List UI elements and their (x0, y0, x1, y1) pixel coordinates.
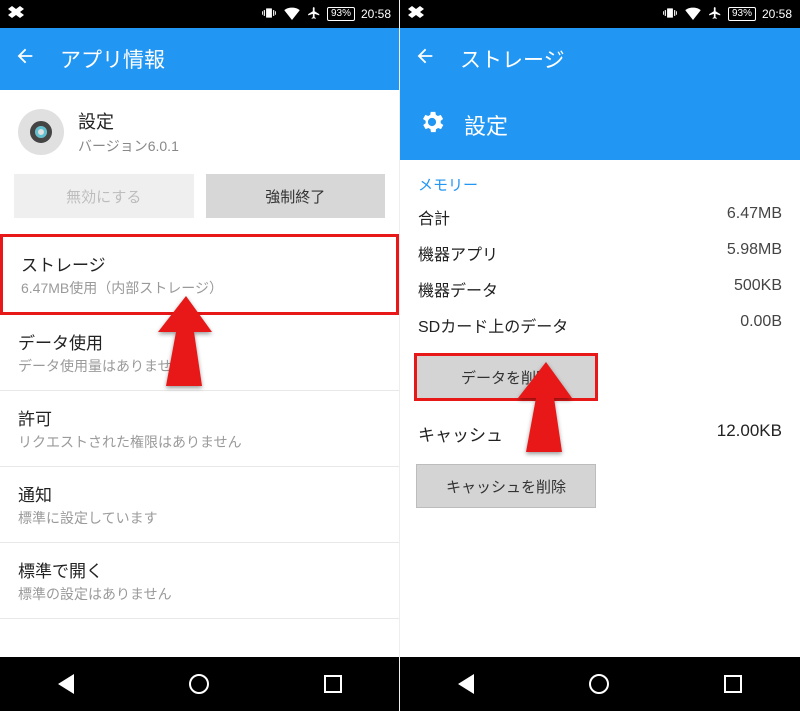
kv-value: 5.98MB (727, 241, 782, 265)
left-content: 設定 バージョン6.0.1 無効にする 強制終了 ストレージ 6.47MB使用（… (0, 90, 399, 657)
back-icon[interactable] (414, 45, 436, 73)
wifi-icon (283, 6, 301, 23)
kv-value: 500KB (734, 277, 782, 301)
list-sub: リクエストされた権限はありません (18, 432, 381, 452)
disable-button: 無効にする (14, 174, 194, 218)
page-title: ストレージ (460, 44, 565, 74)
airplane-icon (307, 6, 321, 23)
back-icon[interactable] (14, 45, 36, 73)
notifications-item[interactable]: 通知 標準に設定しています (0, 467, 399, 543)
force-stop-button[interactable]: 強制終了 (206, 174, 386, 218)
row-app: 機器アプリ 5.98MB (400, 235, 800, 271)
kv-label: 機器データ (418, 277, 498, 301)
dropbox-icon (408, 6, 424, 23)
row-data: 機器データ 500KB (400, 271, 800, 307)
clock: 20:58 (361, 7, 391, 21)
kv-label: 合計 (418, 205, 450, 229)
appbar: ストレージ (400, 28, 800, 90)
cache-label: キャッシュ (418, 421, 503, 446)
list-title: 通知 (18, 481, 381, 506)
battery-indicator: 93% (327, 7, 355, 21)
app-name: 設定 (464, 109, 508, 141)
airplane-icon (708, 6, 722, 23)
row-total: 合計 6.47MB (400, 199, 800, 235)
dropbox-icon (8, 6, 24, 23)
storage-title: ストレージ (21, 251, 378, 276)
list-title: 許可 (18, 405, 381, 430)
clock: 20:58 (762, 7, 792, 21)
nav-recent-icon[interactable] (724, 675, 742, 693)
kv-value: 0.00B (740, 313, 782, 337)
right-content: メモリー 合計 6.47MB 機器アプリ 5.98MB 機器データ 500KB … (400, 160, 800, 657)
status-bar: 93% 20:58 (0, 0, 399, 28)
storage-item[interactable]: ストレージ 6.47MB使用（内部ストレージ） (0, 234, 399, 315)
gear-icon (418, 108, 446, 142)
cache-value: 12.00KB (717, 421, 782, 446)
wifi-icon (684, 6, 702, 23)
vibrate-icon (662, 6, 678, 23)
open-default-item[interactable]: 標準で開く 標準の設定はありません (0, 543, 399, 619)
battery-indicator: 93% (728, 7, 756, 21)
vibrate-icon (261, 6, 277, 23)
list-title: データ使用 (18, 329, 381, 354)
list-title: 標準で開く (18, 557, 381, 582)
app-header: 設定 バージョン6.0.1 (0, 90, 399, 166)
nav-home-icon[interactable] (189, 674, 209, 694)
navbar (400, 657, 800, 711)
kv-label: SDカード上のデータ (418, 313, 568, 337)
clear-data-button[interactable]: データを削除 (416, 355, 596, 399)
nav-home-icon[interactable] (589, 674, 609, 694)
right-phone: 93% 20:58 ストレージ 設定 メモリー 合計 6.47MB 機器アプリ … (400, 0, 800, 711)
nav-recent-icon[interactable] (324, 675, 342, 693)
list-sub: 標準に設定しています (18, 508, 381, 528)
app-header-bar: 設定 (400, 90, 800, 160)
data-usage-item[interactable]: データ使用 データ使用量はありません (0, 315, 399, 391)
clear-cache-button[interactable]: キャッシュを削除 (416, 464, 596, 508)
kv-value: 6.47MB (727, 205, 782, 229)
list-sub: 標準の設定はありません (18, 584, 381, 604)
app-icon (18, 109, 64, 155)
row-sd: SDカード上のデータ 0.00B (400, 307, 800, 343)
navbar (0, 657, 399, 711)
status-bar: 93% 20:58 (400, 0, 800, 28)
nav-back-icon[interactable] (458, 674, 474, 694)
left-phone: 93% 20:58 アプリ情報 設定 バージョン6.0.1 無効にする 強制終了… (0, 0, 400, 711)
permissions-item[interactable]: 許可 リクエストされた権限はありません (0, 391, 399, 467)
section-memory: メモリー (400, 160, 800, 199)
app-version: バージョン6.0.1 (78, 136, 179, 156)
row-cache: キャッシュ 12.00KB (400, 405, 800, 452)
appbar: アプリ情報 (0, 28, 399, 90)
nav-back-icon[interactable] (58, 674, 74, 694)
storage-sub: 6.47MB使用（内部ストレージ） (21, 278, 378, 298)
kv-label: 機器アプリ (418, 241, 498, 265)
app-name: 設定 (78, 108, 179, 134)
page-title: アプリ情報 (60, 44, 165, 74)
list-sub: データ使用量はありません (18, 356, 381, 376)
